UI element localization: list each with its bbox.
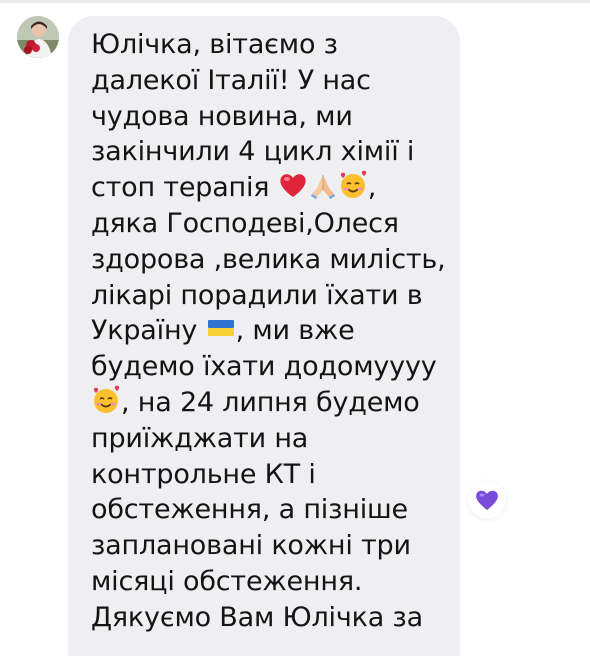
message-line: дяка Господеві,Олеся: [91, 207, 399, 239]
message-line: стоп терапія ,: [91, 170, 460, 206]
message-line: закінчили 4 цикл хімії і: [91, 136, 415, 168]
message-line-text: , на 24 липня будемо: [121, 386, 420, 418]
message-line: лікарі порадили їхати в: [91, 279, 423, 311]
message-line: приїжджати на: [91, 422, 309, 454]
message-line: чудова новина, ми: [91, 100, 353, 132]
message-line: Юлічка, вітаємо з: [91, 29, 338, 60]
message-line: далекої Італії! У нас: [91, 64, 371, 96]
top-divider: [0, 0, 590, 3]
purple-heart-icon: [476, 490, 498, 510]
message-line-tail: ,: [367, 172, 377, 204]
message-line: Україну , ми вже: [91, 313, 460, 349]
message-line: обстеження, а пізніше: [91, 494, 408, 526]
message-line: Дякуємо Вам Юлічка за: [91, 601, 423, 633]
smiling-face-with-hearts-icon: [93, 385, 120, 413]
message-line: контрольне КТ і: [91, 458, 316, 490]
message-line: , на 24 липня будемо: [91, 385, 460, 421]
message-line: заплановані кожні три: [91, 530, 411, 562]
message-line: будемо їхати додомуууу: [91, 351, 437, 383]
red-heart-icon: [280, 174, 306, 198]
avatar-photo-icon: [17, 16, 59, 58]
sender-avatar[interactable]: [17, 16, 59, 58]
message-bubble[interactable]: Юлічка, вітаємо з далекої Італії! У нас …: [68, 16, 460, 656]
message-line-text: стоп терапія: [91, 172, 270, 204]
ukraine-flag-icon: [207, 320, 234, 337]
message-reaction[interactable]: [468, 481, 506, 519]
message-line: здорова ,велика милість,: [91, 243, 446, 275]
smiling-face-with-hearts-icon: [340, 170, 366, 199]
message-text: Юлічка, вітаємо з далекої Італії! У нас …: [91, 27, 460, 636]
message-line: місяці обстеження.: [91, 565, 363, 597]
folded-hands-icon: [310, 175, 335, 200]
message-line-text: Україну: [91, 315, 198, 347]
message-line-text: , ми вже: [235, 315, 355, 347]
